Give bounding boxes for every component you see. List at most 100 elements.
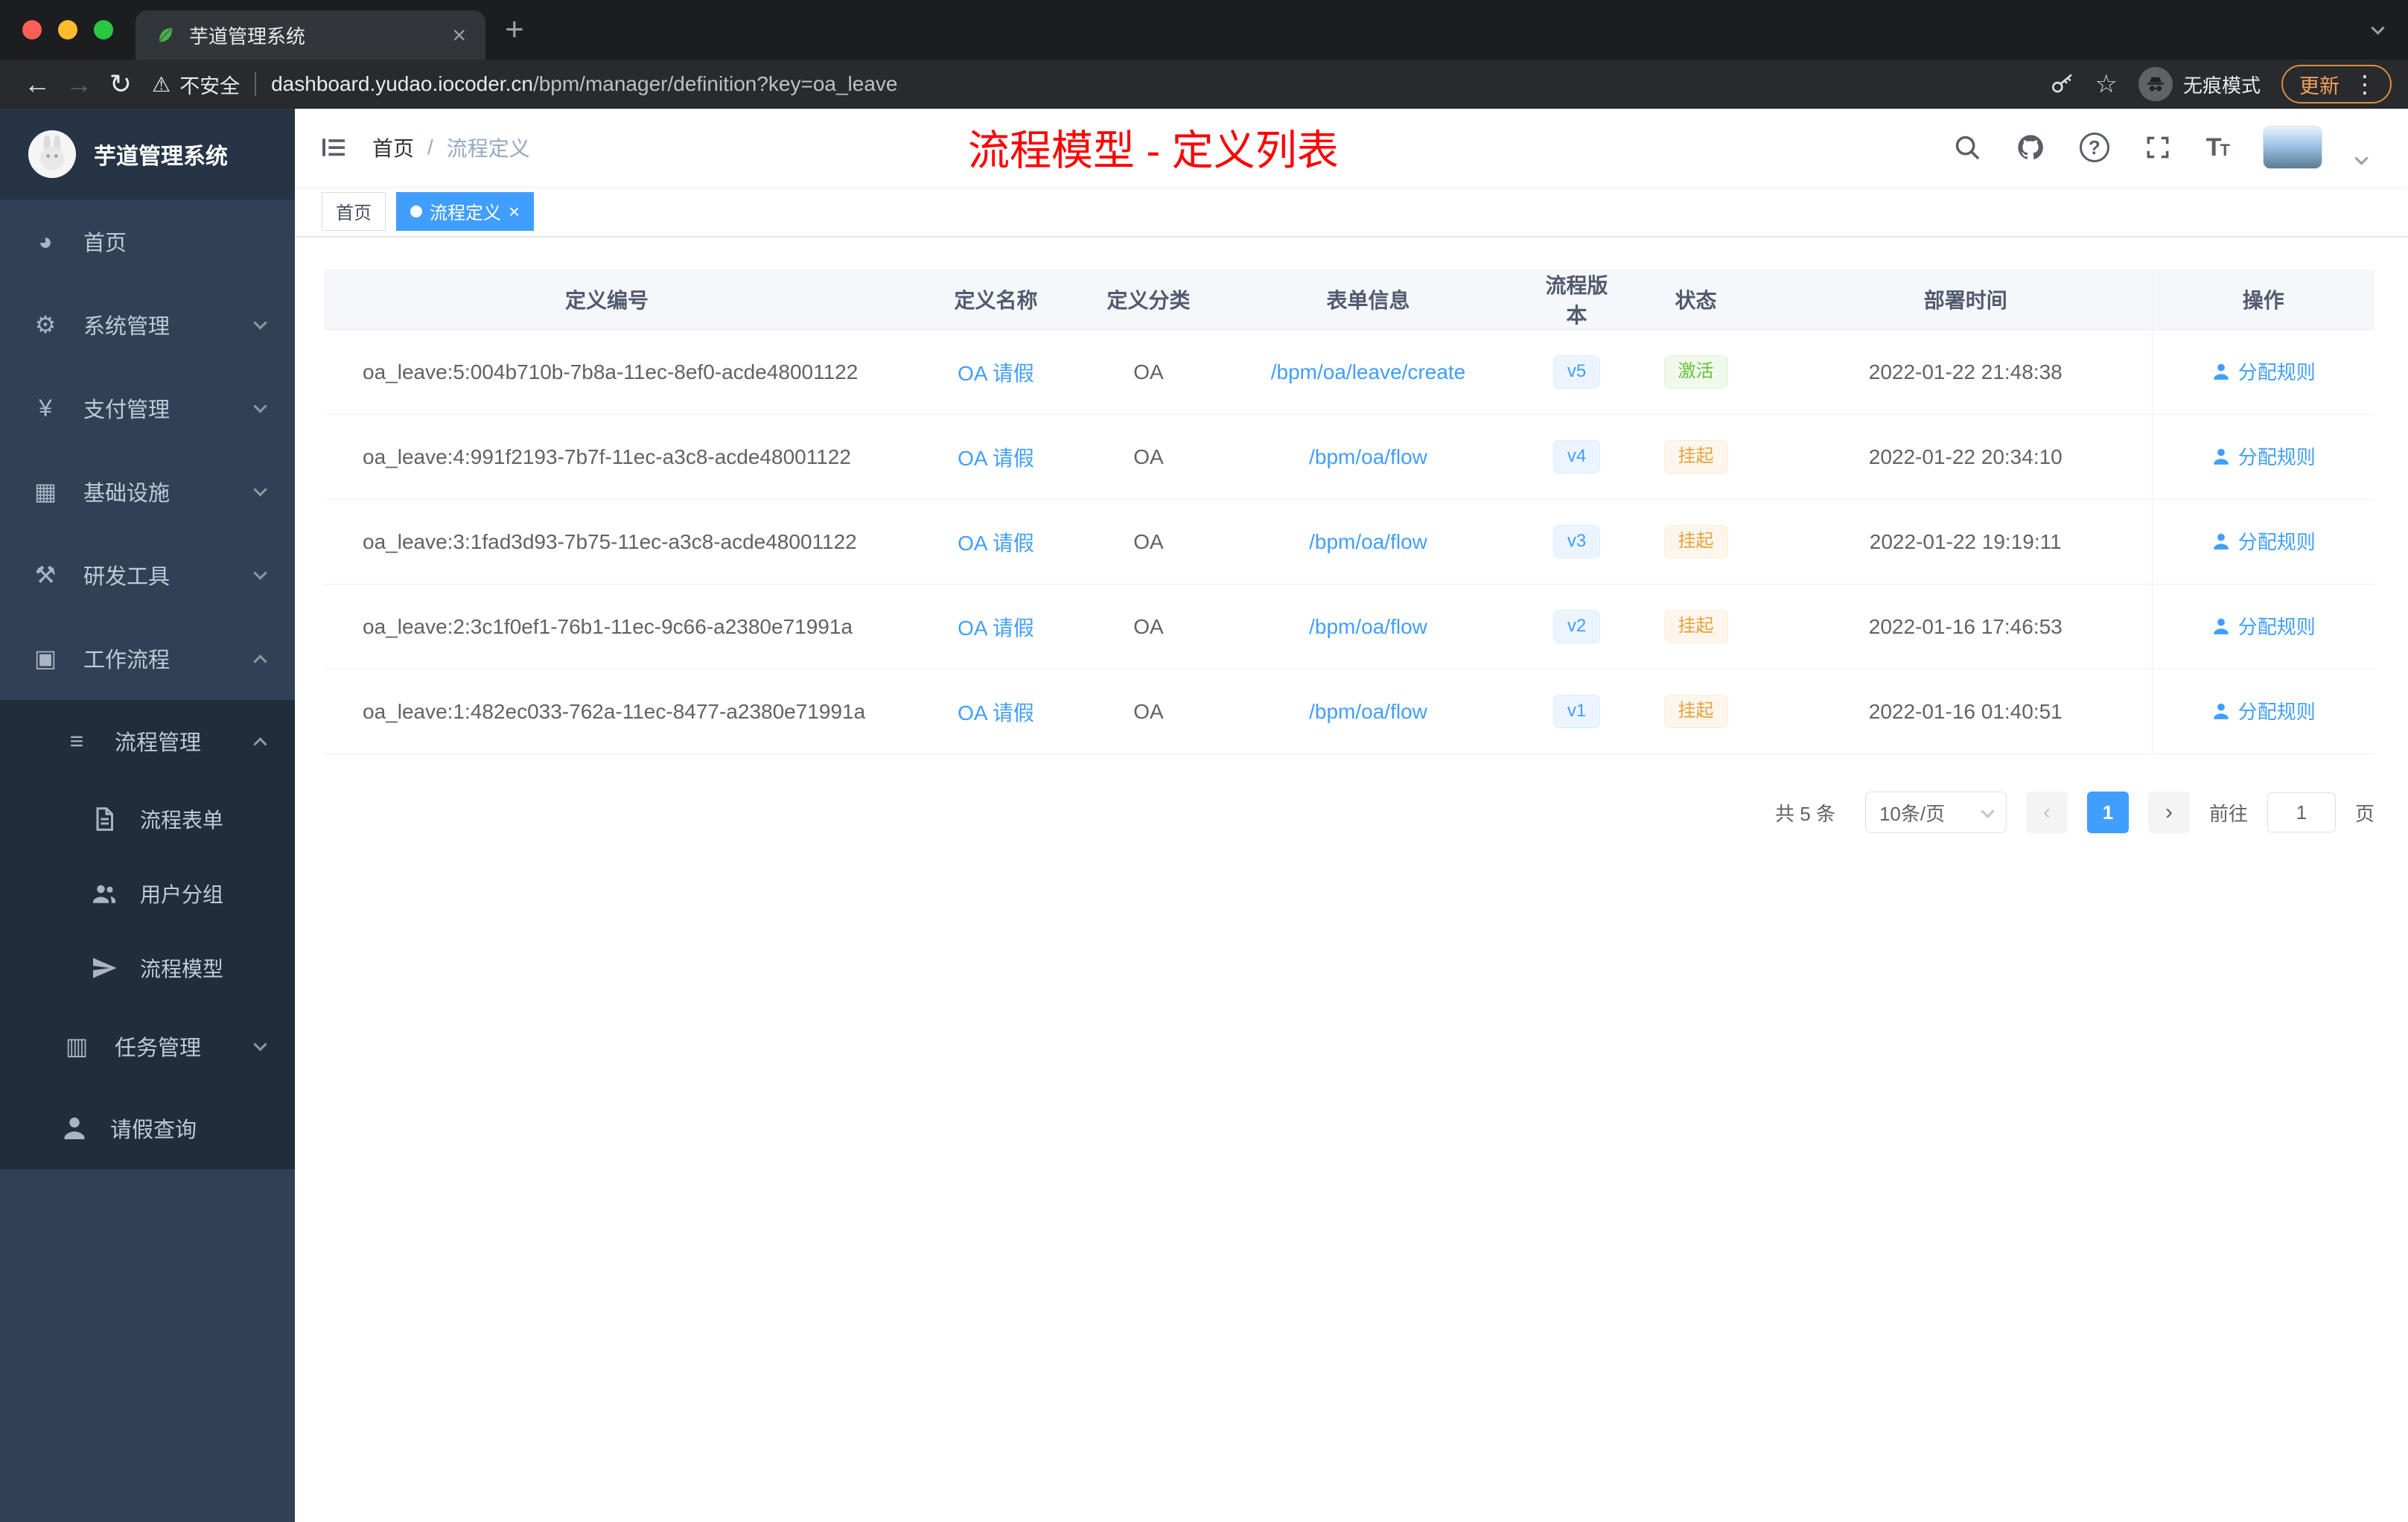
version-badge: v5 [1552,355,1601,389]
search-icon[interactable] [1953,133,1981,162]
sidebar-item-workflow[interactable]: ▣ 工作流程 [0,617,295,700]
version-badge: v3 [1552,525,1601,558]
assign-rule-label: 分配规则 [2237,361,2316,384]
font-size-icon[interactable]: TT [2206,133,2230,162]
back-button[interactable]: ← [16,63,58,105]
help-icon[interactable]: ? [2079,133,2109,162]
pagination-total: 共 5 条 [1775,802,1835,825]
browser-tab[interactable]: 芋道管理系统 × [136,10,485,60]
reload-button[interactable]: ↻ [100,63,141,105]
definition-name-link[interactable]: OA 请假 [958,532,1034,555]
breadcrumb-current: 流程定义 [446,137,530,160]
definition-category: OA [1102,669,1195,754]
deploy-time: 2022-01-22 19:19:11 [1780,499,2152,585]
site-security[interactable]: ⚠ 不安全 [152,70,240,99]
sidebar-item-process-form[interactable]: 流程表单 [0,782,295,856]
table-row: oa_leave:2:3c1f0ef1-76b1-11ec-9c66-a2380… [324,584,2374,669]
assign-rule-button[interactable]: 分配规则 [2211,527,2316,555]
definition-name-link[interactable]: OA 请假 [958,617,1034,640]
browser-tab-strip: 芋道管理系统 × + [0,0,2408,60]
window-close-button[interactable] [22,20,42,39]
tools-icon: ⚒ [34,561,57,588]
column-header: 定义名称 [890,270,1102,330]
chevron-up-icon [253,736,267,751]
sidebar-item-devtools[interactable]: ⚒ 研发工具 [0,533,295,617]
goto-label: 前往 [2208,802,2248,825]
password-key-icon[interactable] [2051,72,2074,96]
avatar-dropdown-chevron-icon[interactable] [2354,151,2369,167]
bookmark-star-icon[interactable]: ☆ [2095,69,2118,99]
sidebar-item-label: 流程模型 [140,958,224,981]
sidebar-logo[interactable]: 芋道管理系统 [0,109,295,200]
url-domain: dashboard.yudao.iocoder.cn [271,72,533,95]
form-link[interactable]: /bpm/oa/flow [1309,615,1427,638]
forward-button[interactable]: → [58,63,100,105]
person-icon [2213,703,2229,719]
table-row: oa_leave:4:991f2193-7b7f-11ec-a3c8-acde4… [324,414,2374,500]
assign-rule-button[interactable]: 分配规则 [2211,612,2316,640]
sidebar-item-label: 系统管理 [83,315,171,339]
status-badge: 激活 [1663,355,1728,389]
goto-page-input[interactable] [2267,792,2336,832]
next-page-button[interactable]: › [2147,792,2190,833]
chevron-down-icon [253,1037,267,1051]
definition-id: oa_leave:1:482ec033-762a-11ec-8477-a2380… [324,669,890,754]
sidebar-item-payment[interactable]: ¥ 支付管理 [0,366,295,450]
status-badge: 挂起 [1663,610,1728,643]
browser-menu-dots-icon[interactable]: ⋮ [2353,72,2377,96]
chrome-update-button[interactable]: 更新 ⋮ [2281,65,2392,104]
window-zoom-button[interactable] [94,20,113,39]
sidebar-item-process-model[interactable]: 流程模型 [0,931,295,1005]
url-separator [255,72,257,96]
url-field[interactable]: dashboard.yudao.iocoder.cn/bpm/manager/d… [271,72,2035,96]
user-avatar[interactable] [2263,126,2322,169]
current-page-button[interactable]: 1 [2086,792,2129,833]
sidebar-item-label: 流程管理 [115,731,202,755]
person-icon [2213,533,2229,550]
tag-home[interactable]: 首页 [322,191,386,231]
sidebar-item-infrastructure[interactable]: ▦ 基础设施 [0,450,295,533]
tab-search-chevron-icon[interactable] [2371,0,2408,60]
fullscreen-icon[interactable] [2144,133,2172,162]
tag-close-icon[interactable]: × [509,202,520,221]
github-icon[interactable] [2016,133,2045,162]
assign-rule-label: 分配规则 [2237,446,2316,469]
window-minimize-button[interactable] [58,20,77,39]
page-size-select[interactable]: 10条/页 [1864,792,2007,833]
definition-id: oa_leave:3:1fad3d93-7b75-11ec-a3c8-acde4… [324,499,890,585]
update-label: 更新 [2299,74,2339,98]
breadcrumb-home[interactable]: 首页 [372,133,414,162]
sidebar-item-process-management[interactable]: ≡ 流程管理 [0,700,295,782]
form-link[interactable]: /bpm/oa/flow [1309,700,1427,723]
status-badge: 挂起 [1663,440,1728,474]
new-tab-button[interactable]: + [485,0,544,60]
form-link[interactable]: /bpm/oa/flow [1309,445,1427,468]
column-header: 定义分类 [1102,270,1195,330]
chevron-down-icon [253,398,267,413]
tag-process-definition[interactable]: 流程定义 × [396,191,535,231]
definition-name-link[interactable]: OA 请假 [958,447,1034,470]
definition-name-link[interactable]: OA 请假 [958,362,1034,385]
assign-rule-button[interactable]: 分配规则 [2211,442,2316,470]
pagination: 共 5 条 10条/页 ‹ 1 › 前往 页 [324,792,2374,833]
browser-address-bar: ← → ↻ ⚠ 不安全 dashboard.yudao.iocoder.cn/b… [0,60,2408,109]
tab-close-icon[interactable]: × [452,23,466,47]
assign-rule-button[interactable]: 分配规则 [2211,697,2316,725]
column-header: 流程版本 [1541,270,1612,330]
chevron-up-icon [253,654,267,669]
form-link[interactable]: /bpm/oa/leave/create [1271,360,1466,383]
column-header: 操作 [2151,270,2374,330]
definition-name-link[interactable]: OA 请假 [958,701,1034,725]
sidebar-item-leave-query[interactable]: 请假查询 [0,1087,295,1169]
address-bar-actions: ☆ 无痕模式 更新 ⋮ [2036,65,2392,104]
sidebar-item-home[interactable]: ◕ 首页 [0,200,295,283]
form-link[interactable]: /bpm/oa/flow [1309,530,1427,553]
sidebar-collapse-icon[interactable] [295,109,372,186]
sidebar-item-task-management[interactable]: ▥ 任务管理 [0,1005,295,1087]
url-path: /bpm/manager/definition?key=oa_leave [532,72,898,95]
sidebar-item-system[interactable]: ⚙ 系统管理 [0,283,295,366]
prev-page-button[interactable]: ‹ [2025,792,2068,833]
sidebar-item-user-group[interactable]: 用户分组 [0,856,295,931]
assign-rule-button[interactable]: 分配规则 [2211,357,2316,385]
definition-category: OA [1102,584,1195,669]
